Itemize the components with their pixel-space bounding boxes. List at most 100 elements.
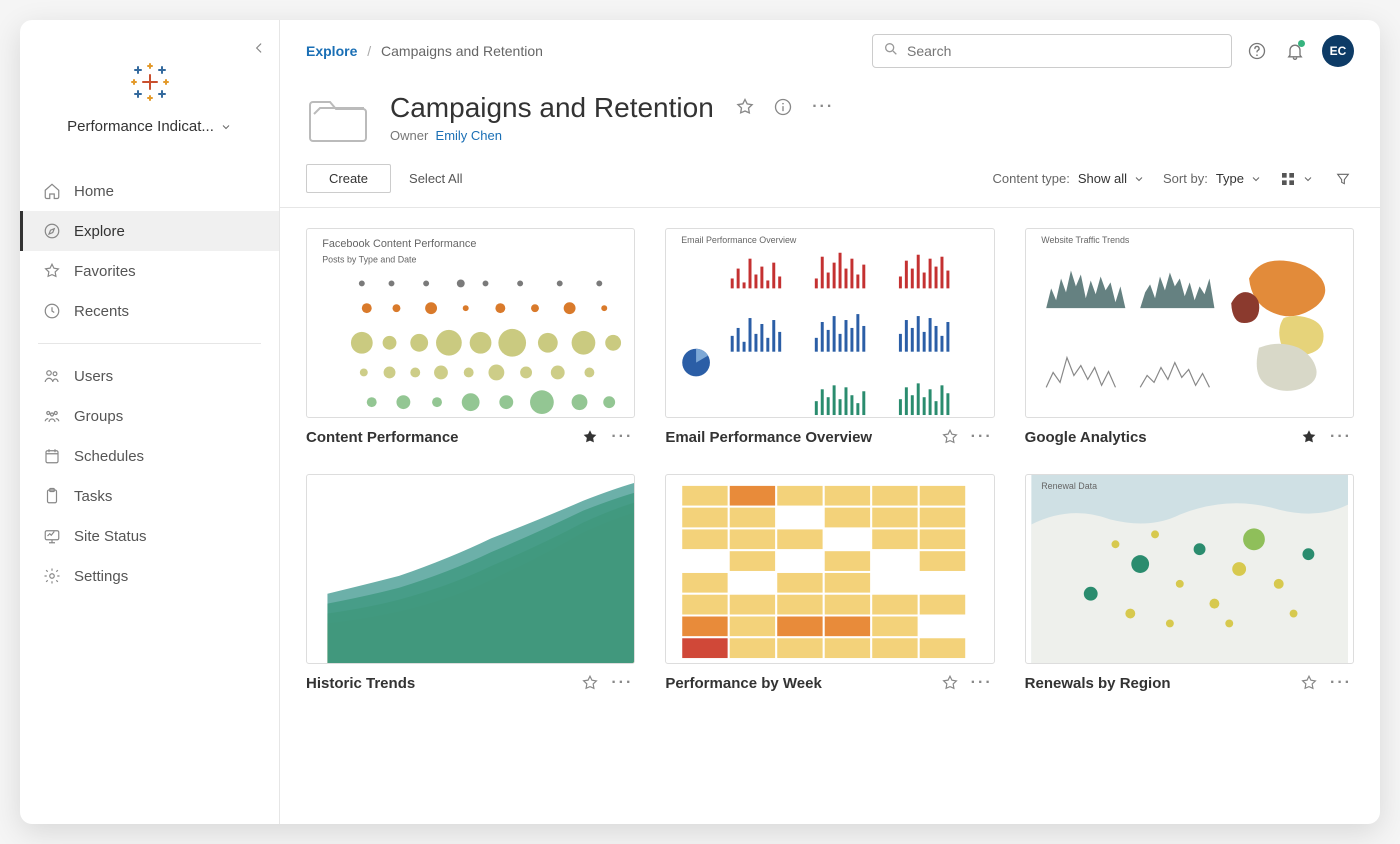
info-button[interactable] [772, 96, 794, 118]
sidebar-item-settings[interactable]: Settings [20, 556, 279, 596]
card-more-button[interactable]: ··· [1328, 674, 1354, 692]
project-more-button[interactable]: ··· [810, 98, 836, 116]
search-input[interactable] [907, 43, 1221, 59]
favorite-toggle[interactable] [941, 428, 959, 446]
search-icon [883, 41, 899, 62]
card-thumbnail[interactable] [306, 474, 635, 664]
card-more-button[interactable]: ··· [609, 674, 635, 692]
card-title[interactable]: Google Analytics [1025, 429, 1290, 446]
site-name: Performance Indicat... [67, 118, 214, 135]
sidebar-item-tasks[interactable]: Tasks [20, 476, 279, 516]
content-card: Renewal Data [1025, 474, 1354, 692]
nav-divider [38, 343, 261, 344]
sort-by-value: Type [1216, 171, 1244, 186]
card-thumbnail[interactable]: Email Performance Overview [665, 228, 994, 418]
tableau-logo-icon [130, 62, 170, 102]
thumb-title: Renewal Data [1041, 481, 1097, 491]
sort-by-label: Sort by: [1163, 171, 1208, 186]
sidebar-item-schedules[interactable]: Schedules [20, 436, 279, 476]
select-all-button[interactable]: Select All [409, 171, 462, 186]
card-title[interactable]: Performance by Week [665, 675, 930, 692]
sidebar-item-label: Explore [74, 223, 125, 240]
grid-icon [1280, 171, 1296, 187]
sidebar: Performance Indicat... Home Explore Favo… [20, 20, 280, 824]
sidebar-item-recents[interactable]: Recents [20, 291, 279, 331]
chevron-down-icon [1133, 173, 1145, 185]
card-title[interactable]: Content Performance [306, 429, 571, 446]
thumb-title: Website Traffic Trends [1041, 235, 1130, 245]
collapse-sidebar-button[interactable] [249, 38, 269, 58]
sidebar-item-label: Users [74, 368, 113, 385]
favorite-project-button[interactable] [734, 96, 756, 118]
card-title[interactable]: Renewals by Region [1025, 675, 1290, 692]
favorite-toggle[interactable] [581, 674, 599, 692]
sidebar-item-explore[interactable]: Explore [20, 211, 279, 251]
thumb-title: Email Performance Overview [682, 235, 798, 245]
sidebar-item-site-status[interactable]: Site Status [20, 516, 279, 556]
user-initials: EC [1330, 44, 1347, 58]
sidebar-item-groups[interactable]: Groups [20, 396, 279, 436]
card-thumbnail[interactable]: Website Traffic Trends [1025, 228, 1354, 418]
card-thumbnail[interactable]: Renewal Data [1025, 474, 1354, 664]
sidebar-item-home[interactable]: Home [20, 171, 279, 211]
sidebar-item-label: Home [74, 183, 114, 200]
breadcrumb-current: Campaigns and Retention [381, 43, 543, 59]
card-more-button[interactable]: ··· [969, 674, 995, 692]
sidebar-item-label: Site Status [74, 528, 147, 545]
card-more-button[interactable]: ··· [969, 428, 995, 446]
owner-link[interactable]: Emily Chen [436, 128, 502, 143]
content-card: Historic Trends ··· [306, 474, 635, 692]
monitor-icon [42, 526, 62, 546]
card-thumbnail[interactable]: Facebook Content Performance Posts by Ty… [306, 228, 635, 418]
favorite-toggle[interactable] [1300, 674, 1318, 692]
notification-dot-icon [1298, 40, 1305, 47]
content-type-label: Content type: [993, 171, 1070, 186]
sidebar-item-favorites[interactable]: Favorites [20, 251, 279, 291]
breadcrumb: Explore / Campaigns and Retention [306, 43, 543, 59]
content-card: Facebook Content Performance Posts by Ty… [306, 228, 635, 446]
gear-icon [42, 566, 62, 586]
card-title[interactable]: Email Performance Overview [665, 429, 930, 446]
content-card: Email Performance Overview [665, 228, 994, 446]
home-icon [42, 181, 62, 201]
content-type-value: Show all [1078, 171, 1127, 186]
sidebar-item-label: Recents [74, 303, 129, 320]
search-box[interactable] [872, 34, 1232, 68]
sidebar-item-label: Settings [74, 568, 128, 585]
view-mode-toggle[interactable] [1280, 171, 1314, 187]
breadcrumb-root[interactable]: Explore [306, 43, 357, 59]
folder-icon [306, 92, 370, 144]
sidebar-item-users[interactable]: Users [20, 356, 279, 396]
help-button[interactable] [1246, 40, 1268, 62]
user-avatar[interactable]: EC [1322, 35, 1354, 67]
site-picker[interactable]: Performance Indicat... [49, 118, 250, 135]
sidebar-item-label: Groups [74, 408, 123, 425]
thumb-title: Facebook Content Performance [322, 238, 476, 250]
sidebar-item-label: Tasks [74, 488, 112, 505]
notifications-button[interactable] [1284, 40, 1306, 62]
content-type-dropdown[interactable]: Content type: Show all [993, 171, 1145, 186]
users-icon [42, 366, 62, 386]
breadcrumb-separator: / [361, 43, 377, 59]
filter-button[interactable] [1332, 168, 1354, 190]
star-icon [42, 261, 62, 281]
content-card: Performance by Week ··· [665, 474, 994, 692]
chevron-down-icon [1250, 173, 1262, 185]
calendar-icon [42, 446, 62, 466]
content-card: Website Traffic Trends [1025, 228, 1354, 446]
create-button[interactable]: Create [306, 164, 391, 193]
page-title: Campaigns and Retention [390, 92, 714, 124]
favorite-toggle[interactable] [581, 428, 599, 446]
favorite-toggle[interactable] [1300, 428, 1318, 446]
groups-icon [42, 406, 62, 426]
primary-nav: Home Explore Favorites Recents Users [20, 171, 279, 596]
card-more-button[interactable]: ··· [609, 428, 635, 446]
sidebar-item-label: Schedules [74, 448, 144, 465]
card-title[interactable]: Historic Trends [306, 675, 571, 692]
owner-label: Owner [390, 128, 428, 143]
card-more-button[interactable]: ··· [1328, 428, 1354, 446]
favorite-toggle[interactable] [941, 674, 959, 692]
sort-by-dropdown[interactable]: Sort by: Type [1163, 171, 1262, 186]
sidebar-item-label: Favorites [74, 263, 136, 280]
card-thumbnail[interactable] [665, 474, 994, 664]
